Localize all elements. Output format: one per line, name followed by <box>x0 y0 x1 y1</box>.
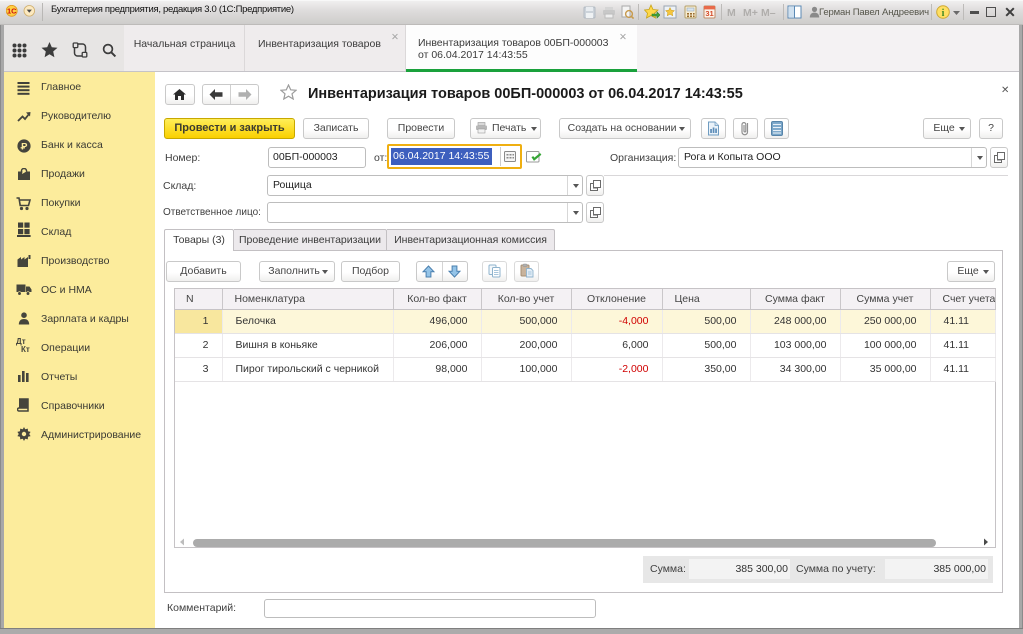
svg-text:P: P <box>21 141 28 152</box>
svg-text:1С: 1С <box>7 7 17 16</box>
svg-text:31: 31 <box>705 9 713 18</box>
svg-text:i: i <box>942 8 945 19</box>
